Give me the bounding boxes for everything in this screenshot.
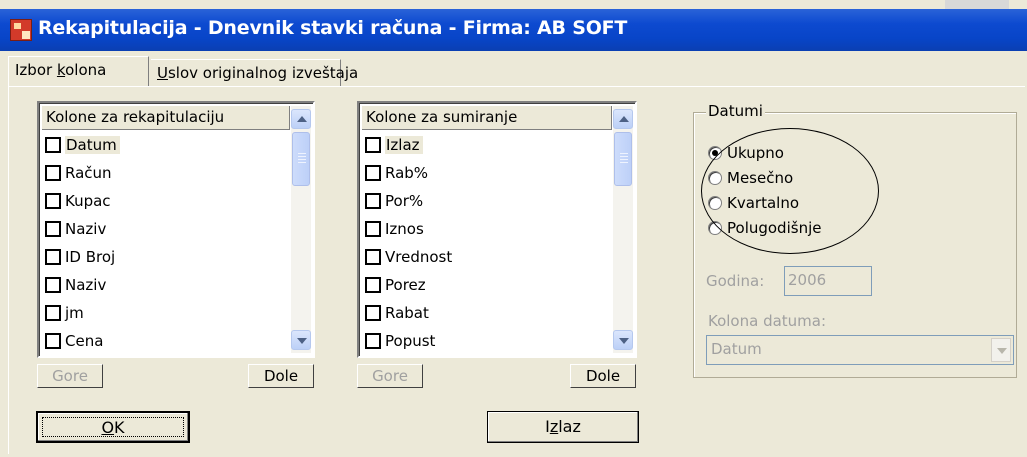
checkbox[interactable] [365,249,381,265]
item-label: Cena [65,332,104,350]
checkbox[interactable] [45,165,61,181]
item-label: Rab% [385,164,429,182]
tab-label: slov originalnog izveštaja [167,64,359,82]
item-label: Por% [385,192,424,210]
right-up-button[interactable]: Gore [357,364,423,388]
year-input[interactable]: 2006 [784,266,872,296]
exit-label: laz [558,417,581,436]
checkbox[interactable] [45,333,61,349]
list-item[interactable]: Porez [365,273,426,297]
item-label: ID Broj [65,248,116,266]
item-label: Popust [385,332,436,350]
list-item[interactable]: Datum [45,133,120,157]
scroll-up-button[interactable] [613,109,633,129]
checkbox[interactable] [365,221,381,237]
tab-label: olona [65,61,107,79]
checkbox[interactable] [365,193,381,209]
window-title: Rekapitulacija - Dnevnik stavki računa -… [38,17,628,39]
chevron-down-icon [619,338,629,344]
list-item[interactable]: Kupac [45,189,111,213]
exit-button[interactable]: Izlaz [487,411,639,443]
list-item[interactable]: Rab% [365,161,428,185]
exit-accelerator: z [549,417,559,436]
checkbox[interactable] [365,277,381,293]
scroll-down-button[interactable] [291,330,311,350]
vertical-scrollbar[interactable] [291,106,311,353]
list-header[interactable]: Kolone za sumiranje [362,106,612,130]
scroll-down-button[interactable] [613,330,633,350]
list-item[interactable]: jm [45,301,84,325]
scroll-up-button[interactable] [291,109,311,129]
checkbox[interactable] [365,137,381,153]
ok-button[interactable]: OK [36,411,190,443]
sum-columns-list[interactable]: Kolone za sumiranje Izlaz Rab% Por% Izno… [357,101,637,358]
tab-uslov-originalnog-izvestaja[interactable]: Uslov originalnog izveštaja [151,59,358,86]
item-label: Datum [65,136,120,154]
list-item[interactable]: Rabat [365,301,429,325]
checkbox[interactable] [45,221,61,237]
date-column-select[interactable]: Datum [706,335,1014,365]
checkbox[interactable] [45,137,61,153]
list-item[interactable]: Naziv [45,273,106,297]
dropdown-arrow-icon[interactable] [991,338,1011,362]
scroll-thumb[interactable] [614,132,632,186]
item-label: Porez [385,276,426,294]
list-item[interactable]: Por% [365,189,423,213]
tab-izbor-kolona[interactable]: Izbor kolona [8,56,149,86]
right-down-button[interactable]: Dole [570,364,636,388]
dates-group-caption: Datumi [706,102,765,120]
date-column-label: Kolona datuma: [708,312,827,330]
chevron-up-icon [297,116,307,122]
item-label: jm [65,304,84,322]
recap-columns-list[interactable]: Kolone za rekapitulaciju Datum Račun Kup… [37,101,315,358]
list-item[interactable]: ID Broj [45,245,115,269]
chevron-down-icon [297,338,307,344]
checkbox[interactable] [45,249,61,265]
item-label: Iznos [385,220,424,238]
list-item[interactable]: Vrednost [365,245,452,269]
item-label: Naziv [65,220,107,238]
list-item[interactable]: Izlaz [365,133,423,157]
highlight-ellipse [701,128,879,254]
tab-accelerator: U [157,64,168,82]
checkbox[interactable] [45,277,61,293]
ok-label: K [114,418,125,437]
item-label: Kupac [65,192,111,210]
item-label: Naziv [65,276,107,294]
list-item[interactable]: Naziv [45,217,106,241]
item-label: Rabat [385,304,429,322]
scroll-thumb[interactable] [292,132,310,186]
background-window-edge [945,0,1009,9]
checkbox[interactable] [365,305,381,321]
ok-accelerator: O [101,418,115,437]
tab-label: Izbor [15,61,57,79]
vertical-scrollbar[interactable] [613,106,633,353]
item-label: Račun [65,164,112,182]
list-item[interactable]: Račun [45,161,112,185]
checkbox[interactable] [45,193,61,209]
left-down-button[interactable]: Dole [248,364,314,388]
title-bar[interactable]: Rekapitulacija - Dnevnik stavki računa -… [0,9,1027,51]
checkbox[interactable] [365,165,381,181]
item-label: Izlaz [385,136,423,154]
chevron-up-icon [619,116,629,122]
list-item[interactable]: Cena [45,329,103,353]
item-label: Vrednost [385,248,453,266]
checkbox[interactable] [45,305,61,321]
date-column-value: Datum [711,340,762,358]
tab-accelerator: k [56,61,66,79]
checkbox[interactable] [365,333,381,349]
dialog-window: Rekapitulacija - Dnevnik stavki računa -… [0,0,1027,457]
year-label: Godina: [706,272,765,290]
app-icon [10,19,32,41]
list-item[interactable]: Iznos [365,217,424,241]
list-header[interactable]: Kolone za rekapitulaciju [42,106,290,130]
list-item[interactable]: Popust [365,329,435,353]
left-up-button[interactable]: Gore [37,364,103,388]
